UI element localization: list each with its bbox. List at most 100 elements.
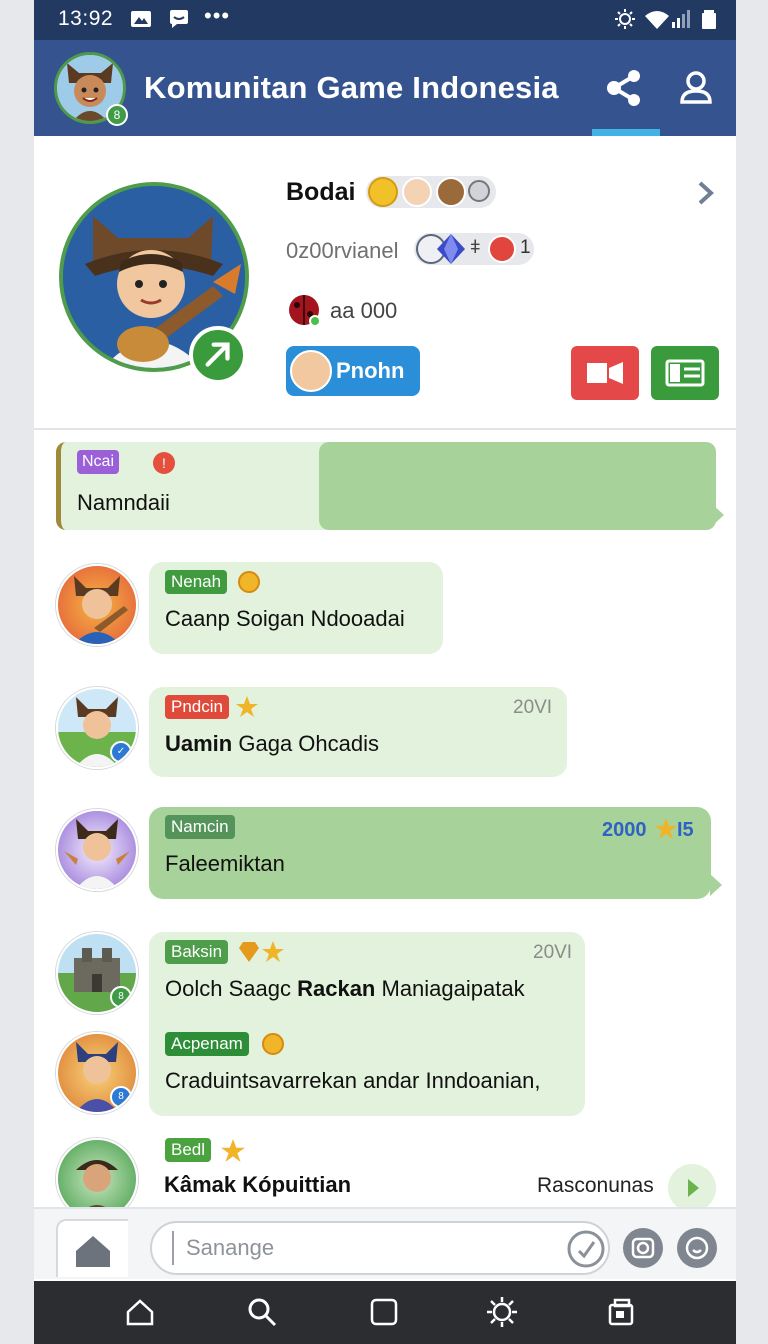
message-bubble: Namcin 2000 I5 Faleemiktan	[149, 807, 711, 899]
coin-icon	[238, 571, 260, 593]
battery-icon	[702, 10, 716, 29]
star-icon	[262, 941, 284, 962]
role-tag: Nenah	[165, 570, 228, 594]
verified-icon: ✓	[110, 741, 132, 763]
badge-icon: 8	[110, 1086, 132, 1108]
home-icon	[76, 1236, 110, 1267]
bubble-tail	[712, 504, 724, 526]
search-icon[interactable]	[246, 1296, 278, 1328]
badge-icon: 8	[110, 986, 132, 1008]
play-icon[interactable]	[668, 1164, 716, 1207]
gem-icon	[437, 234, 465, 264]
status-time: 13:92	[58, 7, 114, 30]
achievement-badges	[366, 176, 496, 208]
message-text: Faleemiktan	[165, 851, 285, 876]
user-avatar[interactable]	[56, 1138, 138, 1207]
gallery-icon[interactable]	[606, 1296, 638, 1328]
plus-icon: ǂ	[470, 237, 481, 257]
alert-badge-icon	[488, 235, 516, 263]
ranger-avatar-icon	[76, 1160, 118, 1207]
role-tag: Namcin	[165, 815, 235, 839]
status-bar: 13:92 •••	[34, 0, 736, 40]
warrior-avatar-icon	[64, 819, 130, 889]
message-bubble: Baksin 20VI Oolch Saagc Rackan Maniagaip…	[149, 932, 585, 1116]
wifi-icon	[645, 11, 669, 29]
reaction-count-secondary: I5	[677, 819, 694, 841]
camera-icon[interactable]	[622, 1227, 664, 1269]
points-value: aa 000	[330, 298, 398, 323]
message-composer	[34, 1207, 736, 1279]
active-tab-indicator	[592, 129, 660, 136]
follow-avatar	[290, 350, 332, 392]
user-avatar[interactable]	[56, 809, 138, 891]
settings-icon[interactable]	[486, 1296, 518, 1328]
message-text-start: Oolch Saagc	[165, 976, 291, 1001]
follow-button[interactable]: Pnohn	[286, 346, 420, 396]
pinned-tag: Ncai	[77, 450, 120, 474]
warning-icon: !	[153, 452, 175, 474]
phone-screen: 13:92 ••• 8 Komunitan Game Indonesia Bod…	[34, 0, 736, 1344]
reaction-count: 2000	[602, 819, 647, 841]
star-icon	[221, 1139, 245, 1162]
profile-icon[interactable]	[674, 66, 718, 110]
open-profile-button[interactable]	[189, 326, 247, 384]
list-icon	[665, 359, 705, 387]
message-input-wrapper[interactable]	[150, 1221, 610, 1275]
video-button[interactable]	[571, 346, 639, 400]
chat-notification-icon	[170, 10, 188, 28]
message-bubble: Nenah Caanp Soigan Ndooadai	[149, 562, 443, 654]
square-icon[interactable]	[368, 1296, 400, 1328]
role-tag: Baksin	[165, 940, 229, 964]
home-button[interactable]	[56, 1219, 128, 1277]
star-icon	[236, 696, 258, 717]
online-badge: 8	[106, 104, 128, 126]
signal-icon	[672, 10, 690, 28]
gallery-notification-icon	[131, 11, 151, 27]
game-badges: ǂ 1	[414, 233, 534, 265]
role-tag: Bedl	[165, 1138, 212, 1162]
video-icon	[587, 362, 623, 384]
attach-icon[interactable]	[566, 1229, 606, 1269]
diamond-icon	[239, 942, 259, 962]
system-navigation-bar	[34, 1281, 736, 1344]
user-avatar[interactable]: ✓	[56, 687, 138, 769]
badge-count: 1	[520, 237, 531, 258]
message-input[interactable]	[172, 1231, 562, 1265]
chat-feed[interactable]: Ncai ! Namndaii Nenah Caanp Soigan Ndooa…	[34, 432, 736, 1207]
pinned-message[interactable]: Ncai ! Namndaii	[56, 442, 716, 530]
message-author: Kâmak Kópuittian	[164, 1172, 352, 1197]
brightness-icon	[615, 9, 635, 29]
user-avatar[interactable]	[56, 564, 138, 646]
bubble-tail	[710, 874, 722, 896]
home-nav-icon[interactable]	[124, 1296, 156, 1328]
chevron-right-icon[interactable]	[694, 178, 718, 208]
emoji-icon[interactable]	[676, 1227, 718, 1269]
ladybug-icon	[289, 295, 321, 327]
message-text: Uamin Gaga Ohcadis	[165, 731, 379, 757]
message-text: Craduintsavarrekan andar Inndoanian,	[165, 1068, 541, 1093]
message-text-rest: Gaga Ohcadis	[238, 731, 380, 756]
share-icon[interactable]	[602, 66, 646, 110]
pet-badge-icon	[436, 177, 466, 207]
message-text-end: Maniagaipatak	[381, 976, 525, 1001]
pinned-text: Namndaii	[77, 490, 170, 515]
role-tag: Acpenam	[165, 1032, 249, 1056]
guitarist-avatar-icon	[74, 576, 128, 644]
message-text: Caanp Soigan Ndooadai	[165, 606, 405, 631]
user-avatar[interactable]: 8	[56, 1032, 138, 1114]
coin-badge-icon	[368, 177, 398, 207]
message-bubble: Pndcin 20VI Uamin Gaga Ohcadis	[149, 687, 567, 777]
page-title: Komunitan Game Indonesia	[144, 70, 559, 105]
profile-card: Bodai 0z00rvianel ǂ 1 aa 000 Pnohn	[34, 136, 736, 430]
app-header: 8 Komunitan Game Indonesia	[34, 40, 736, 136]
coin-icon	[262, 1033, 284, 1055]
profile-handle: 0z00rvianel	[286, 238, 399, 263]
message-time: 20VI	[513, 697, 553, 718]
follow-label: Pnohn	[336, 358, 405, 383]
message-time: 20VI	[533, 942, 573, 963]
profile-name: Bodai	[286, 178, 356, 206]
role-tag: Pndcin	[165, 695, 229, 719]
list-view-button[interactable]	[651, 346, 719, 400]
user-avatar[interactable]: 8	[56, 932, 138, 1014]
more-badge-icon	[468, 180, 490, 202]
